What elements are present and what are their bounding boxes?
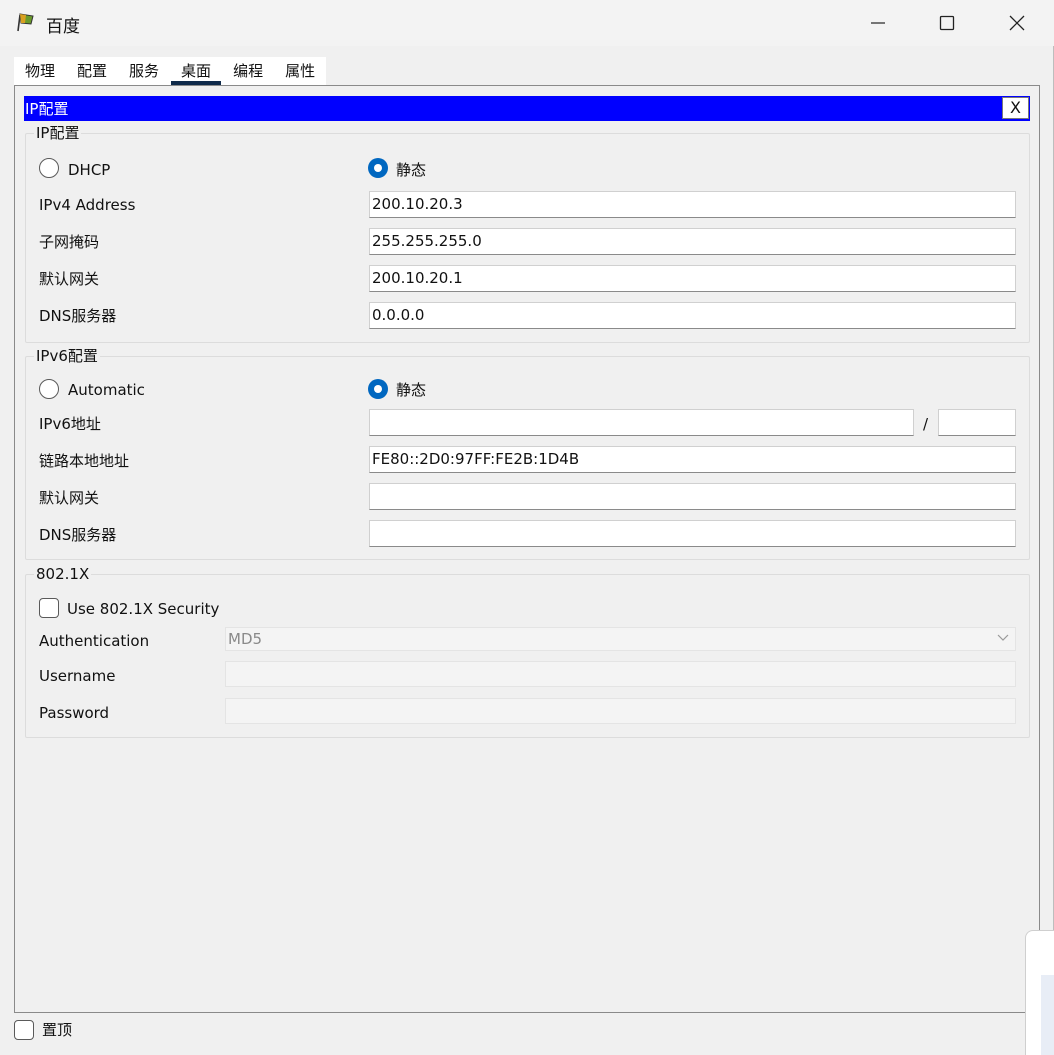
tab-physical[interactable]: 物理 <box>14 57 66 85</box>
ipv6-automatic-label: Automatic <box>68 381 145 399</box>
authentication-label: Authentication <box>39 632 150 650</box>
ipv6-config-group: IPv6配置 Automatic 静态 IPv6地址 / 链路本地地址 FE80… <box>25 347 1030 560</box>
dhcp-radio[interactable] <box>39 158 59 178</box>
ipv6-group-title: IPv6配置 <box>34 347 100 365</box>
ip-config-header: IP配置 X <box>24 96 1030 121</box>
ipv6-dns-label: DNS服务器 <box>39 526 117 544</box>
app-window: 百度 物理 配置 服务 桌面 编程 属性 IP配置 X IP配置 DHCP 静态 <box>0 0 1054 1055</box>
subnet-mask-label: 子网掩码 <box>39 233 100 251</box>
dhcp-label: DHCP <box>68 161 111 179</box>
dot1x-group-title: 802.1X <box>34 565 92 583</box>
ipv4-group-title: IP配置 <box>34 124 82 142</box>
password-field[interactable] <box>225 698 1016 724</box>
dot1x-group: 802.1X Use 802.1X Security Authenticatio… <box>25 565 1030 738</box>
maximize-icon <box>939 15 955 31</box>
username-label: Username <box>39 667 116 685</box>
ipv4-address-label: IPv4 Address <box>39 196 136 214</box>
minimize-icon <box>871 22 885 24</box>
ipv4-dns-field[interactable]: 0.0.0.0 <box>369 302 1016 329</box>
tab-services[interactable]: 服务 <box>118 57 170 85</box>
ipv4-gateway-label: 默认网关 <box>39 270 100 288</box>
username-field[interactable] <box>225 661 1016 687</box>
ipv6-gateway-field[interactable] <box>369 483 1016 510</box>
close-icon <box>1009 15 1025 31</box>
pin-on-top-checkbox[interactable] <box>14 1020 34 1040</box>
use-8021x-label: Use 802.1X Security <box>67 600 220 618</box>
ipv6-dns-field[interactable] <box>369 520 1016 547</box>
minimize-button[interactable] <box>843 0 913 46</box>
link-local-label: 链路本地地址 <box>39 452 130 470</box>
title-bar: 百度 <box>0 0 1054 46</box>
ip-config-header-title: IP配置 <box>25 100 69 118</box>
prefix-separator: / <box>923 415 929 433</box>
ipv4-dns-label: DNS服务器 <box>39 307 117 325</box>
tab-desktop[interactable]: 桌面 <box>170 57 222 85</box>
ipv6-static-label: 静态 <box>396 381 427 399</box>
tab-programming[interactable]: 编程 <box>222 57 274 85</box>
password-label: Password <box>39 704 110 722</box>
ipv6-gateway-label: 默认网关 <box>39 489 100 507</box>
ipv6-automatic-radio[interactable] <box>39 379 59 399</box>
tab-config[interactable]: 配置 <box>66 57 118 85</box>
ipv4-static-label: 静态 <box>396 161 427 179</box>
background-window-strip <box>1041 975 1054 1055</box>
use-8021x-checkbox[interactable] <box>39 598 59 618</box>
tab-attributes[interactable]: 属性 <box>274 57 326 85</box>
authentication-select[interactable]: MD5 <box>225 627 1016 651</box>
ipv4-address-field[interactable]: 200.10.20.3 <box>369 191 1016 218</box>
window-title: 百度 <box>46 17 80 37</box>
ip-config-close-button[interactable]: X <box>1002 97 1029 119</box>
ipv6-address-field[interactable] <box>369 409 914 436</box>
maximize-button[interactable] <box>912 0 982 46</box>
ipv4-config-group: IP配置 DHCP 静态 IPv4 Address 200.10.20.3 子网… <box>25 124 1030 343</box>
subnet-mask-field[interactable]: 255.255.255.0 <box>369 228 1016 255</box>
ipv4-gateway-field[interactable]: 200.10.20.1 <box>369 265 1016 292</box>
close-window-button[interactable] <box>982 0 1052 46</box>
app-logo-icon <box>17 13 34 32</box>
authentication-value: MD5 <box>228 630 263 648</box>
ipv6-prefix-field[interactable] <box>938 409 1016 436</box>
desktop-content: IP配置 X IP配置 DHCP 静态 IPv4 Address 200.10.… <box>14 85 1040 1013</box>
tab-strip: 物理 配置 服务 桌面 编程 属性 <box>14 57 327 85</box>
ipv4-static-radio[interactable] <box>368 158 388 178</box>
link-local-field[interactable]: FE80::2D0:97FF:FE2B:1D4B <box>369 446 1016 473</box>
chevron-down-icon <box>997 634 1009 641</box>
pin-on-top-label: 置顶 <box>42 1021 73 1039</box>
ipv6-static-radio[interactable] <box>368 379 388 399</box>
ipv6-address-label: IPv6地址 <box>39 415 101 433</box>
